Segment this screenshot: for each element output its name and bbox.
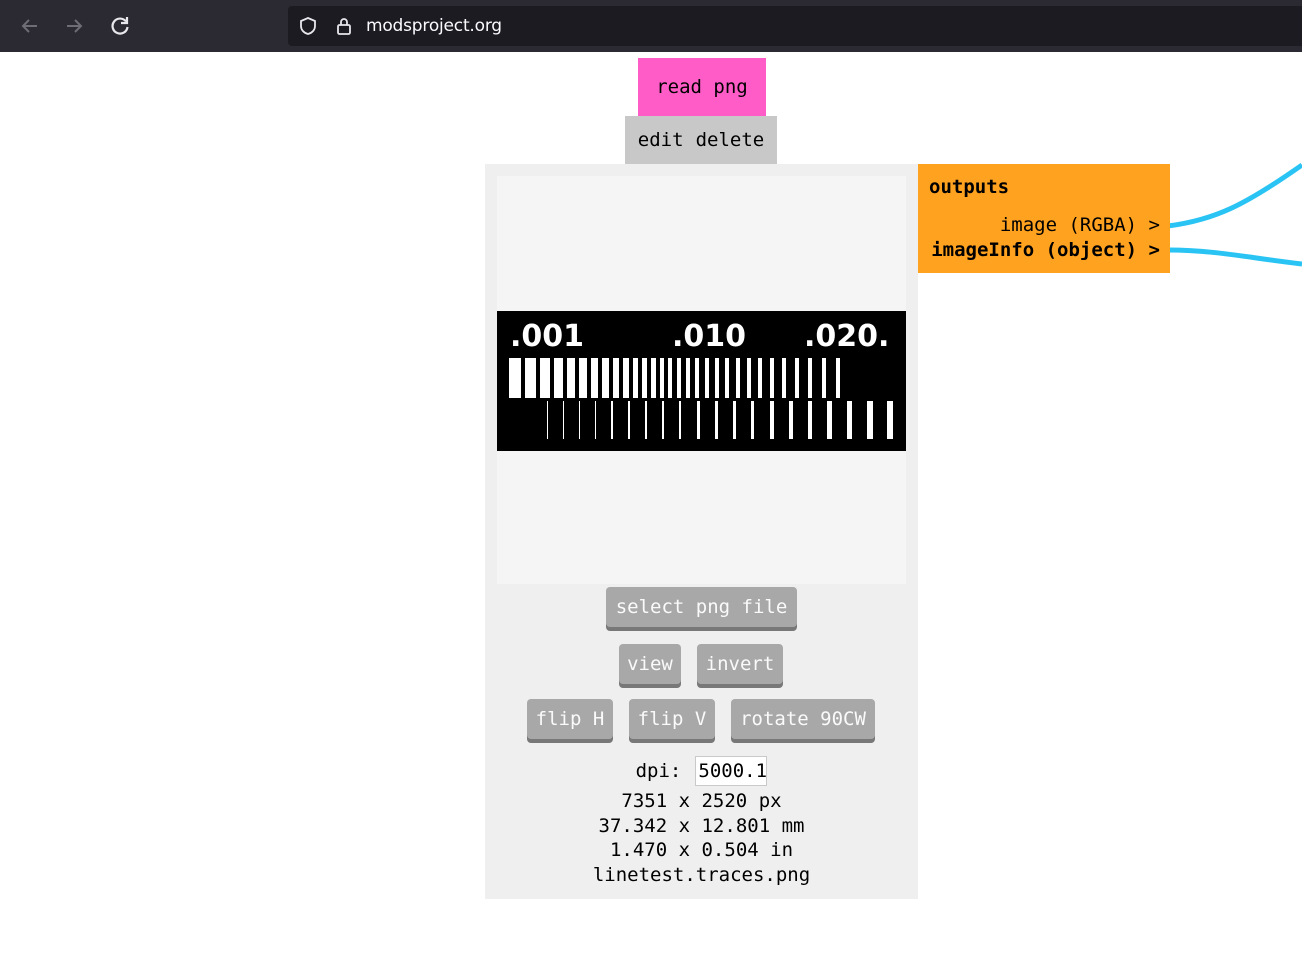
address-bar[interactable]: modsproject.org: [288, 6, 1302, 46]
reload-icon[interactable]: [104, 10, 136, 42]
outputs-panel: outputs image (RGBA) > imageInfo (object…: [918, 164, 1170, 273]
preview-upper-bar: [758, 358, 762, 398]
preview-lower-line: [887, 401, 893, 439]
lock-icon[interactable]: [334, 16, 354, 40]
output-port-image[interactable]: image (RGBA) >: [1000, 214, 1160, 236]
preview-upper-bar: [579, 358, 587, 398]
edit-button[interactable]: edit: [638, 129, 684, 151]
preview-upper-bar: [725, 358, 729, 398]
view-button[interactable]: view: [619, 644, 681, 684]
png-preview-image: .001 .010 .020.: [497, 311, 906, 451]
preview-lower-line: [697, 401, 700, 439]
back-icon[interactable]: [14, 10, 46, 42]
preview-upper-bar: [747, 358, 751, 398]
preview-upper-bar: [695, 358, 699, 398]
imageinfo-wire: [1167, 247, 1302, 267]
preview-upper-bar: [715, 358, 719, 398]
preview-upper-bar: [633, 358, 638, 398]
preview-upper-bar: [509, 358, 521, 398]
preview-upper-bar: [795, 358, 799, 398]
preview-lower-line: [645, 401, 647, 439]
preview-lower-line: [867, 401, 873, 439]
preview-lower-line: [679, 401, 681, 439]
preview-upper-bar: [668, 358, 672, 398]
preview-label-020: .020.: [804, 319, 889, 354]
preview-label-010: .010: [672, 319, 746, 354]
image-preview: .001 .010 .020.: [497, 176, 906, 584]
preview-upper-bar: [782, 358, 786, 398]
module-title[interactable]: read png: [638, 58, 766, 116]
tracking-shield-icon[interactable]: [298, 16, 318, 40]
dpi-label: dpi:: [635, 760, 682, 782]
preview-lower-line: [751, 401, 754, 439]
outputs-header: outputs: [929, 176, 1010, 198]
preview-lower-line: [789, 401, 793, 439]
invert-button[interactable]: invert: [697, 644, 783, 684]
size-mm: 37.342 x 12.801 mm: [598, 815, 805, 837]
delete-button[interactable]: delete: [696, 129, 765, 151]
dpi-input[interactable]: [695, 756, 768, 786]
size-in: 1.470 x 0.504 in: [609, 839, 794, 861]
image-wire: [1167, 162, 1302, 229]
preview-lower-line: [733, 401, 736, 439]
preview-upper-bar: [602, 358, 609, 398]
preview-upper-bar: [660, 358, 664, 398]
forward-icon[interactable]: [58, 10, 90, 42]
output-port-imageinfo[interactable]: imageInfo (object) >: [931, 239, 1160, 261]
preview-upper-bar: [808, 358, 812, 398]
preview-lower-line: [611, 401, 613, 439]
preview-lower-line: [662, 401, 664, 439]
preview-upper-bar: [677, 358, 681, 398]
flip-v-button[interactable]: flip V: [629, 699, 715, 739]
preview-lower-line: [579, 401, 580, 439]
preview-upper-bar: [567, 358, 575, 398]
module-actions: edit delete: [625, 116, 777, 164]
preview-upper-bar: [525, 358, 536, 398]
preview-lower-line: [827, 401, 832, 439]
select-png-file-button[interactable]: select png file: [606, 587, 797, 627]
rotate-90cw-button[interactable]: rotate 90CW: [731, 699, 875, 739]
preview-upper-bar: [705, 358, 709, 398]
preview-lower-line: [595, 401, 596, 439]
preview-upper-bar: [613, 358, 619, 398]
preview-upper-bar: [651, 358, 656, 398]
preview-upper-bar: [736, 358, 740, 398]
size-px: 7351 x 2520 px: [621, 790, 782, 812]
preview-lower-line: [628, 401, 630, 439]
url-text[interactable]: modsproject.org: [366, 16, 502, 36]
dpi-row: dpi:: [485, 754, 918, 788]
preview-upper-bar: [554, 358, 563, 398]
module-panel: .001 .010 .020. select png file view inv…: [485, 164, 918, 899]
preview-upper-bar: [686, 358, 690, 398]
preview-upper-bar: [623, 358, 629, 398]
file-name: linetest.traces.png: [592, 864, 811, 886]
preview-upper-bar: [591, 358, 598, 398]
preview-upper-bar: [770, 358, 774, 398]
preview-upper-bar: [642, 358, 647, 398]
preview-lower-line: [808, 401, 812, 439]
preview-upper-bar: [836, 358, 840, 398]
preview-upper-bar: [822, 358, 826, 398]
preview-lower-line: [770, 401, 774, 439]
preview-lower-line: [563, 401, 564, 439]
preview-lower-line: [547, 401, 548, 439]
browser-toolbar: modsproject.org: [0, 0, 1302, 52]
flip-h-button[interactable]: flip H: [527, 699, 613, 739]
preview-lower-line: [847, 401, 852, 439]
preview-upper-bar: [540, 358, 550, 398]
preview-label-001: .001: [510, 319, 584, 354]
preview-lower-line: [715, 401, 718, 439]
